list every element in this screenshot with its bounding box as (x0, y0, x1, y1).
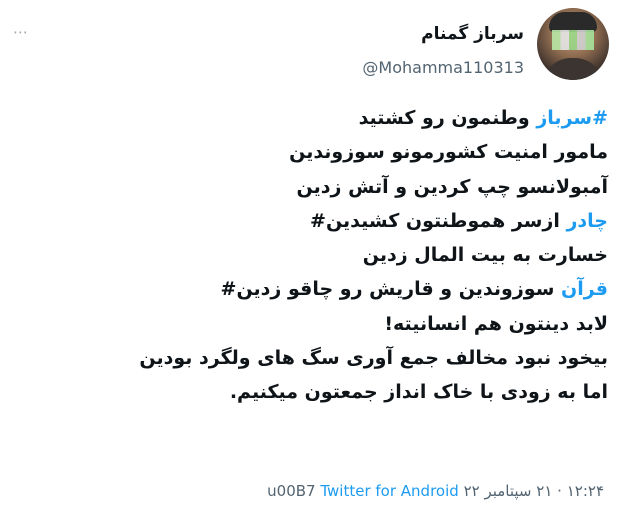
hashtag-link[interactable]: #سرباز (536, 107, 608, 129)
avatar-body-shape (543, 58, 603, 80)
avatar[interactable] (537, 8, 609, 80)
tweet-line: #سرباز وطنمون رو کشتید (8, 101, 608, 135)
tweet-line: چادر ازسر هموطنتون کشیدین# (8, 204, 608, 238)
tweet-line: اما به زودی با خاک انداز جمعتون میکنیم. (8, 375, 608, 409)
tweet-timestamp[interactable]: ۱۲:۲۴ · ۲۱ سپتامبر ۲۲ (464, 482, 604, 500)
tweet-line-text: مامور امنیت کشورمونو سوزوندین (289, 141, 608, 164)
tweet-line: آمبولانسو چپ کردین و آتش زدین (8, 170, 608, 204)
tweet-line: لابد دینتون هم انسانیته! (8, 307, 608, 341)
tweet-line: قرآن سوزوندین و قاریش رو چاقو زدین# (8, 272, 608, 306)
tweet-source-link[interactable]: Twitter for Android (320, 482, 458, 500)
tweet-line: مامور امنیت کشورمونو سوزوندین (8, 135, 608, 169)
tweet-line-text: بیخود نبود مخالف جمع آوری سگ های ولگرد ب… (139, 347, 608, 370)
tweet-line: خسارت به بیت المال زدین (8, 238, 608, 272)
hashtag-link[interactable]: قرآن (561, 278, 608, 300)
user-handle[interactable]: @Mohamma110313 (362, 58, 524, 77)
tweet-text: #سرباز وطنمون رو کشتید مامور امنیت کشورم… (8, 101, 608, 410)
tweet-line-text: آمبولانسو چپ کردین و آتش زدین (296, 175, 608, 198)
avatar-pixelated-face (552, 30, 594, 50)
tweet-line-text: خسارت به بیت المال زدین (362, 244, 608, 267)
display-name[interactable]: سرباز گمنام (421, 24, 524, 44)
tweet-line: بیخود نبود مخالف جمع آوری سگ های ولگرد ب… (8, 341, 608, 375)
tweet-line-text: اما به زودی با خاک انداز جمعتون میکنیم. (229, 381, 608, 404)
hashtag-link[interactable]: چادر (566, 210, 608, 232)
tweet-line-text: وطنمون رو کشتید (358, 107, 537, 129)
more-options-icon[interactable]: ⋯ (8, 22, 34, 42)
tweet-line-text: لابد دینتون هم انسانیته! (384, 312, 608, 335)
tweet-line-text: سوزوندین و قاریش رو چاقو زدین# (220, 278, 561, 301)
avatar-cap-shape (549, 12, 597, 32)
tweet-meta: ۱۲:۲۴ · ۲۱ سپتامبر ۲۲ u00B7 Twitter for … (267, 482, 604, 500)
tweet-line-text: ازسر هموطنتون کشیدین# (310, 209, 567, 232)
